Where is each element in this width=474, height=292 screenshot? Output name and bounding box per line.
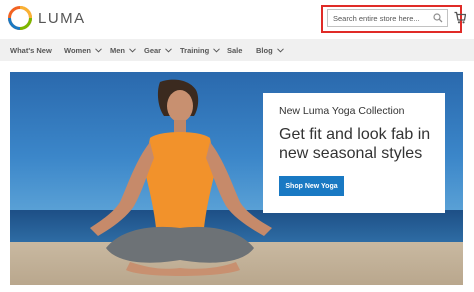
chevron-down-icon xyxy=(95,47,102,53)
nav-item-label: Women xyxy=(64,45,91,55)
nav-item-label: Gear xyxy=(144,45,162,55)
nav-item-label: Men xyxy=(110,45,125,55)
brand-logo[interactable]: LUMA xyxy=(8,6,86,30)
nav-item-label: Training xyxy=(180,45,210,55)
cart-icon[interactable] xyxy=(454,11,466,24)
promo-subtitle: New Luma Yoga Collection xyxy=(279,105,405,117)
search-field[interactable] xyxy=(327,9,448,27)
chevron-down-icon xyxy=(165,47,172,53)
chevron-down-icon xyxy=(129,47,136,53)
nav-item-blog[interactable]: Blog xyxy=(256,39,284,61)
chevron-down-icon xyxy=(213,47,221,53)
page-header: LUMA xyxy=(0,0,474,36)
promo-title: Get fit and look fab in new seasonal sty… xyxy=(279,126,431,162)
nav-item-sale[interactable]: Sale xyxy=(227,39,242,61)
search-input[interactable] xyxy=(328,10,433,26)
nav-item-whats-new[interactable]: What's New xyxy=(10,39,52,61)
chevron-down-icon xyxy=(276,47,284,53)
nav-item-training[interactable]: Training xyxy=(180,39,221,61)
brand-name: LUMA xyxy=(38,9,86,27)
nav-item-gear[interactable]: Gear xyxy=(144,39,172,61)
nav-item-women[interactable]: Women xyxy=(64,39,102,61)
main-navigation: What's New Women Men Gear Training Sale … xyxy=(0,39,474,61)
nav-item-label: Blog xyxy=(256,45,273,55)
hero-banner[interactable]: New Luma Yoga Collection Get fit and loo… xyxy=(10,72,463,285)
nav-item-label: Sale xyxy=(227,45,243,55)
shop-new-yoga-button[interactable]: Shop New Yoga xyxy=(279,176,344,196)
luma-logo-icon xyxy=(8,6,32,30)
nav-item-label: What's New xyxy=(10,45,52,55)
nav-item-men[interactable]: Men xyxy=(110,39,136,61)
search-icon[interactable] xyxy=(433,13,443,23)
